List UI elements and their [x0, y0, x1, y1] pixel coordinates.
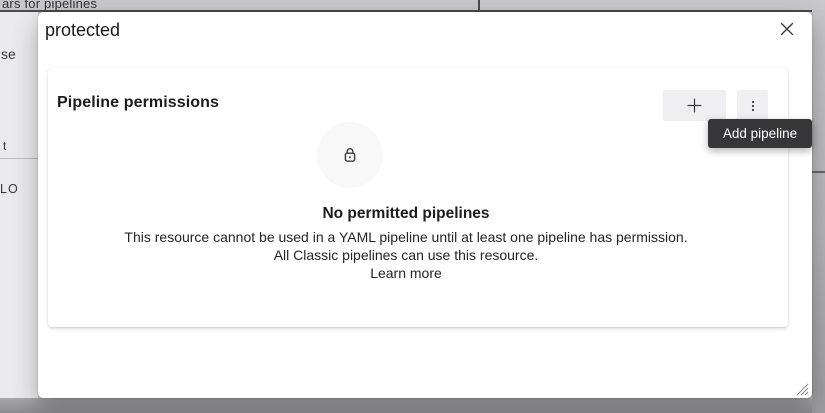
plus-icon: [686, 97, 703, 114]
add-pipeline-tooltip: Add pipeline: [708, 119, 812, 148]
background-header-divider: [478, 0, 480, 10]
background-text-fragment: t: [3, 139, 6, 153]
close-icon: [779, 21, 795, 37]
zero-data-icon-circle: [317, 122, 383, 188]
add-pipeline-button[interactable]: [663, 90, 726, 121]
background-right-strip: [812, 10, 825, 413]
pipeline-permissions-dialog: protected Pipeline permissions: [38, 12, 812, 398]
background-left-strip: se t LO: [0, 12, 38, 398]
close-button[interactable]: [775, 17, 799, 41]
card-title: Pipeline permissions: [57, 94, 219, 112]
dialog-title: protected: [45, 20, 120, 41]
background-divider: [0, 158, 38, 159]
background-text-fragment: se: [1, 46, 16, 62]
resize-gripper[interactable]: [794, 381, 809, 396]
learn-more-link[interactable]: Learn more: [370, 264, 442, 282]
background-bottom-strip: [0, 398, 812, 413]
background-header-text: ars for pipelines: [2, 0, 97, 11]
zero-data-description-line2: All Classic pipelines can use this resou…: [106, 246, 706, 264]
screen: ars for pipelines se t LO protected Pipe…: [0, 0, 825, 413]
zero-data-heading: No permitted pipelines: [106, 205, 706, 223]
background-text-fragment: LO: [0, 182, 19, 196]
resize-gripper-icon: [795, 382, 809, 396]
background-page-header: ars for pipelines: [0, 0, 825, 12]
zero-data-description-line1: This resource cannot be used in a YAML p…: [106, 228, 706, 246]
pipeline-permissions-card: Pipeline permissions: [48, 68, 788, 327]
lock-icon: [341, 146, 359, 164]
more-options-icon: [745, 98, 761, 114]
zero-data-message: No permitted pipelines This resource can…: [106, 205, 706, 283]
more-options-button[interactable]: [737, 90, 768, 121]
background-divider: [812, 171, 825, 173]
